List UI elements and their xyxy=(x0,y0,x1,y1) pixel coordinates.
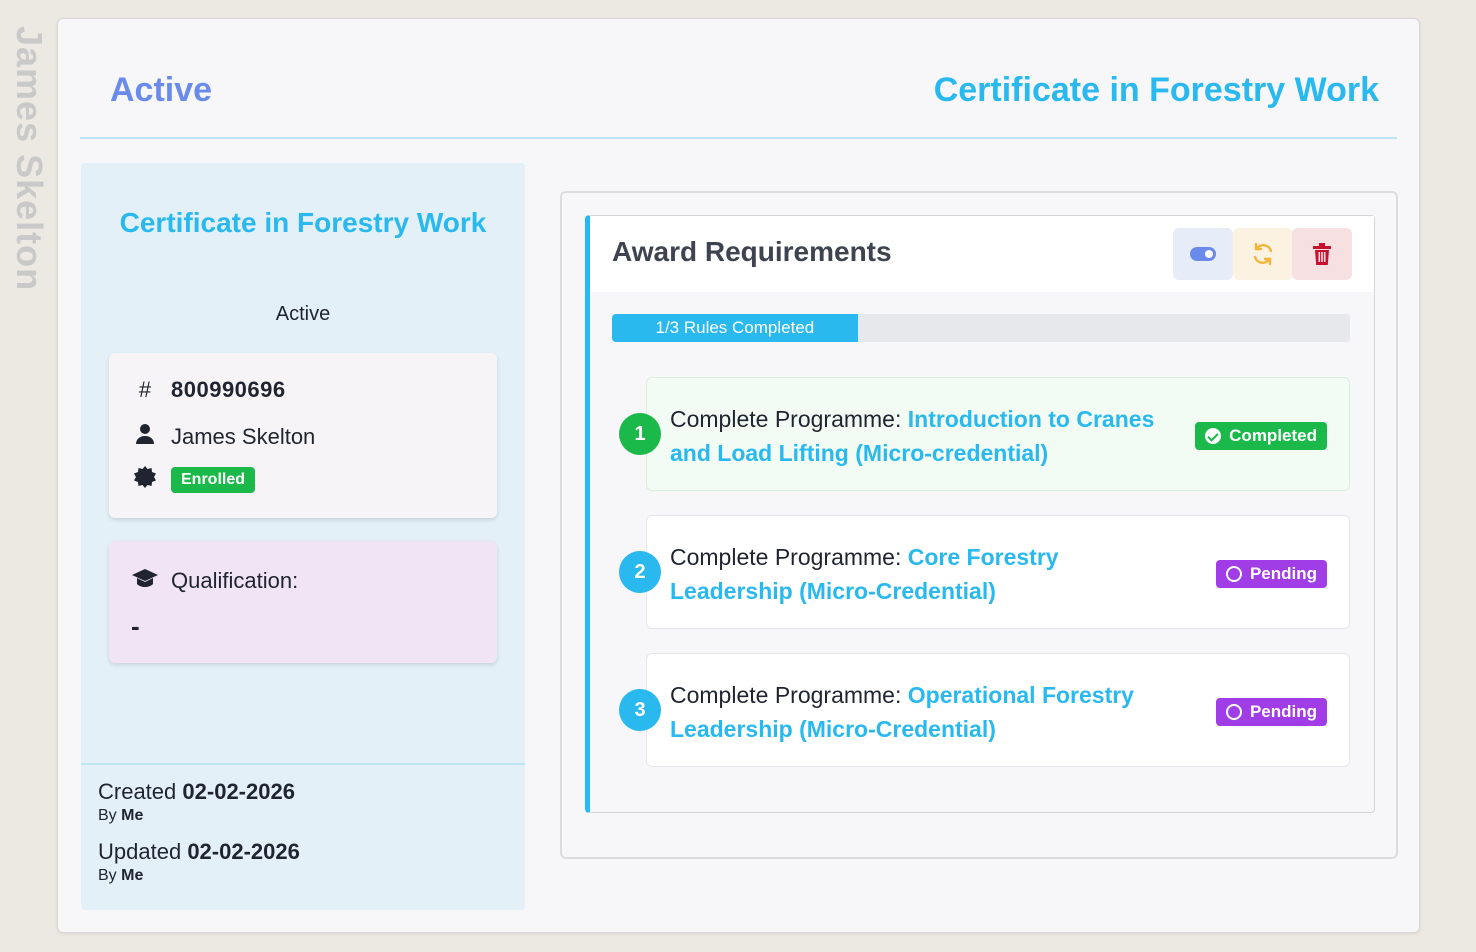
updated-by-label: By xyxy=(98,867,117,884)
rule-text: Complete Programme: Operational Forestry… xyxy=(670,678,1170,746)
status-label: Completed xyxy=(1229,426,1317,445)
rule-item: 1 Complete Programme: Introduction to Cr… xyxy=(619,377,1350,491)
updated-by: Me xyxy=(121,867,144,884)
created-date: 02-02-2026 xyxy=(182,779,295,804)
vertical-student-name: James Skelton xyxy=(9,26,50,292)
requirements-panel: Award Requirements 1/3 Rules Completed 1… xyxy=(560,191,1398,859)
updated-date: 02-02-2026 xyxy=(187,839,300,864)
status-badge: Pending xyxy=(1215,698,1327,726)
graduation-cap-icon xyxy=(131,567,159,595)
refresh-icon xyxy=(1253,242,1273,266)
id-number: 800990696 xyxy=(171,377,286,402)
hash-icon: # xyxy=(138,377,152,402)
student-name: James Skelton xyxy=(171,424,316,449)
created-label: Created xyxy=(98,779,177,804)
status-label: Pending xyxy=(1249,702,1317,721)
audit-footer: Created 02-02-2026 By Me Updated 02-02-2… xyxy=(81,763,525,899)
summary-status: Active xyxy=(275,303,331,325)
check-circle-icon xyxy=(1205,428,1222,444)
summary-panel: Certificate in Forestry Work Active # 80… xyxy=(81,163,525,910)
circle-icon xyxy=(1225,566,1242,582)
updated-block: Updated 02-02-2026 By Me xyxy=(98,839,508,885)
toggle-icon xyxy=(1190,247,1216,261)
header-status: Active xyxy=(110,71,213,109)
rules-progress-label: 1/3 Rules Completed xyxy=(655,318,815,337)
refresh-button[interactable] xyxy=(1233,228,1293,280)
header-title: Certificate in Forestry Work xyxy=(933,71,1379,109)
summary-title: Certificate in Forestry Work xyxy=(119,207,487,238)
name-row: James Skelton xyxy=(133,423,315,451)
rule-item: 3 Complete Programme: Operational Forest… xyxy=(619,653,1350,767)
updated-label: Updated xyxy=(98,839,182,864)
enrolled-badge: Enrolled xyxy=(171,467,256,493)
delete-button[interactable] xyxy=(1292,228,1352,280)
qualification-label-row: Qualification: xyxy=(131,567,298,595)
rule-prefix: Complete Programme: xyxy=(670,406,902,432)
user-icon xyxy=(133,423,157,451)
rule-item: 2 Complete Programme: Core Forestry Lead… xyxy=(619,515,1350,629)
award-header: Award Requirements xyxy=(590,216,1374,292)
enrolment-card: Active Certificate in Forestry Work Cert… xyxy=(57,18,1420,933)
qualification-value: - xyxy=(131,611,140,641)
award-title: Award Requirements xyxy=(612,236,892,267)
id-row: # 800990696 xyxy=(133,377,286,403)
trash-icon xyxy=(1313,243,1331,265)
rules-progress-bar: 1/3 Rules Completed xyxy=(612,314,1350,342)
created-by-label: By xyxy=(98,807,117,824)
qualification-label: Qualification: xyxy=(171,568,299,593)
circle-icon xyxy=(1225,704,1242,720)
status-badge: Completed xyxy=(1195,422,1327,450)
rule-number: 3 xyxy=(619,689,661,731)
rule-prefix: Complete Programme: xyxy=(670,544,902,570)
status-badge: Pending xyxy=(1215,560,1327,588)
rule-prefix: Complete Programme: xyxy=(670,682,902,708)
toggle-button[interactable] xyxy=(1173,228,1233,280)
card-header: Active Certificate in Forestry Work xyxy=(80,19,1397,139)
enrolment-row: Enrolled xyxy=(133,465,256,495)
certificate-icon xyxy=(133,465,157,495)
rule-text: Complete Programme: Introduction to Cran… xyxy=(670,402,1170,470)
rules-progress-fill: 1/3 Rules Completed xyxy=(612,314,858,342)
award-requirements-card: Award Requirements 1/3 Rules Completed 1… xyxy=(585,215,1375,813)
status-label: Pending xyxy=(1249,564,1317,583)
rule-number: 1 xyxy=(619,413,661,455)
rule-number: 2 xyxy=(619,551,661,593)
qualification-box: Qualification: - xyxy=(109,541,497,663)
student-info-box: # 800990696 James Skelton Enrolled xyxy=(109,353,497,518)
rule-text: Complete Programme: Core Forestry Leader… xyxy=(670,540,1170,608)
created-block: Created 02-02-2026 By Me xyxy=(98,779,508,825)
created-by: Me xyxy=(121,807,144,824)
